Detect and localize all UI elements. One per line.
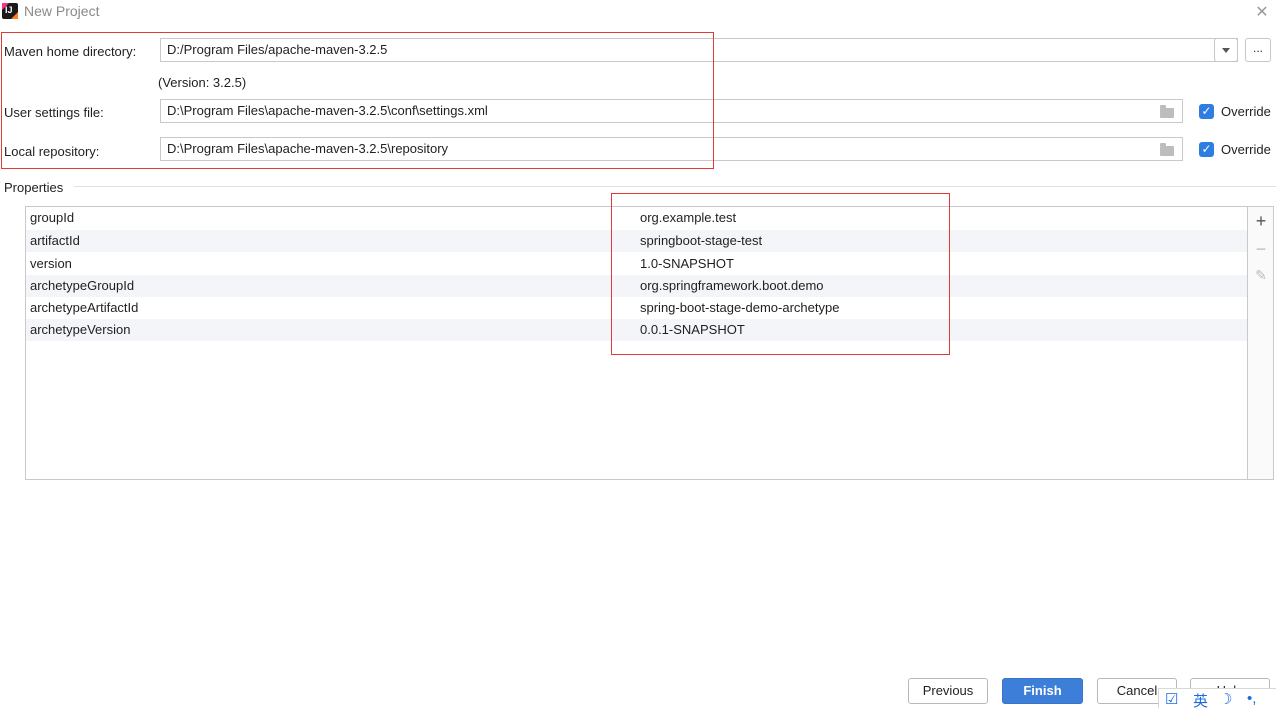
close-icon[interactable]: ✕ xyxy=(1254,2,1270,22)
properties-label: Properties xyxy=(4,180,64,195)
table-row[interactable]: groupId org.example.test xyxy=(26,207,1247,229)
user-settings-input[interactable]: D:\Program Files\apache-maven-3.2.5\conf… xyxy=(160,99,1183,123)
local-repository-label: Local repository: xyxy=(4,144,100,159)
repo-override-label[interactable]: Override xyxy=(1221,142,1271,157)
table-row[interactable]: archetypeArtifactId spring-boot-stage-de… xyxy=(26,297,1247,319)
property-key: archetypeVersion xyxy=(30,322,131,337)
ime-moon-icon[interactable]: ☽ xyxy=(1219,690,1232,708)
property-value[interactable]: springboot-stage-test xyxy=(640,233,762,248)
ime-checkbox-icon[interactable]: ☑ xyxy=(1165,690,1178,708)
intellij-app-icon: IJ xyxy=(2,3,18,19)
edit-icon[interactable]: ✎ xyxy=(1248,267,1274,284)
ime-toolbar[interactable]: ☑ 英 ☽ •, xyxy=(1158,688,1276,710)
property-value[interactable]: spring-boot-stage-demo-archetype xyxy=(640,300,839,315)
user-settings-label: User settings file: xyxy=(4,105,104,120)
property-key: archetypeGroupId xyxy=(30,278,135,293)
ime-punctuation-icon[interactable]: •, xyxy=(1247,690,1256,707)
property-value[interactable]: 0.0.1-SNAPSHOT xyxy=(640,322,745,337)
table-row[interactable]: archetypeGroupId org.springframework.boo… xyxy=(26,275,1247,297)
maven-home-input[interactable]: D:/Program Files/apache-maven-3.2.5 xyxy=(160,38,1238,62)
table-row[interactable]: archetypeVersion 0.0.1-SNAPSHOT xyxy=(26,319,1247,341)
add-icon[interactable]: + xyxy=(1248,211,1274,232)
property-key: groupId xyxy=(30,210,75,225)
title-bar: IJ New Project ✕ xyxy=(0,0,1276,24)
finish-button[interactable]: Finish xyxy=(1002,678,1083,704)
settings-override-checkbox[interactable]: ✓ xyxy=(1199,104,1214,119)
property-key: artifactId xyxy=(30,233,80,248)
dropdown-icon[interactable] xyxy=(1214,38,1238,62)
property-key: version xyxy=(30,256,72,271)
property-value[interactable]: org.example.test xyxy=(640,210,736,225)
folder-icon[interactable] xyxy=(1160,143,1174,156)
remove-icon[interactable]: − xyxy=(1248,239,1274,260)
previous-button[interactable]: Previous xyxy=(908,678,988,704)
table-row[interactable]: artifactId springboot-stage-test xyxy=(26,230,1247,252)
window-title: New Project xyxy=(24,3,100,19)
properties-table[interactable]: groupId org.example.test artifactId spri… xyxy=(25,206,1248,480)
local-repository-input[interactable]: D:\Program Files\apache-maven-3.2.5\repo… xyxy=(160,137,1183,161)
property-value[interactable]: 1.0-SNAPSHOT xyxy=(640,256,734,271)
browse-button[interactable]: ... xyxy=(1245,38,1271,62)
property-key: archetypeArtifactId xyxy=(30,300,139,315)
property-value[interactable]: org.springframework.boot.demo xyxy=(640,278,824,293)
maven-home-label: Maven home directory: xyxy=(4,44,137,59)
repo-override-checkbox[interactable]: ✓ xyxy=(1199,142,1214,157)
folder-icon[interactable] xyxy=(1160,105,1174,118)
properties-toolbar: + − ✎ xyxy=(1248,206,1274,480)
table-row[interactable]: version 1.0-SNAPSHOT xyxy=(26,253,1247,275)
properties-divider xyxy=(74,186,1276,187)
settings-override-label[interactable]: Override xyxy=(1221,104,1271,119)
maven-version-text: (Version: 3.2.5) xyxy=(158,75,247,90)
